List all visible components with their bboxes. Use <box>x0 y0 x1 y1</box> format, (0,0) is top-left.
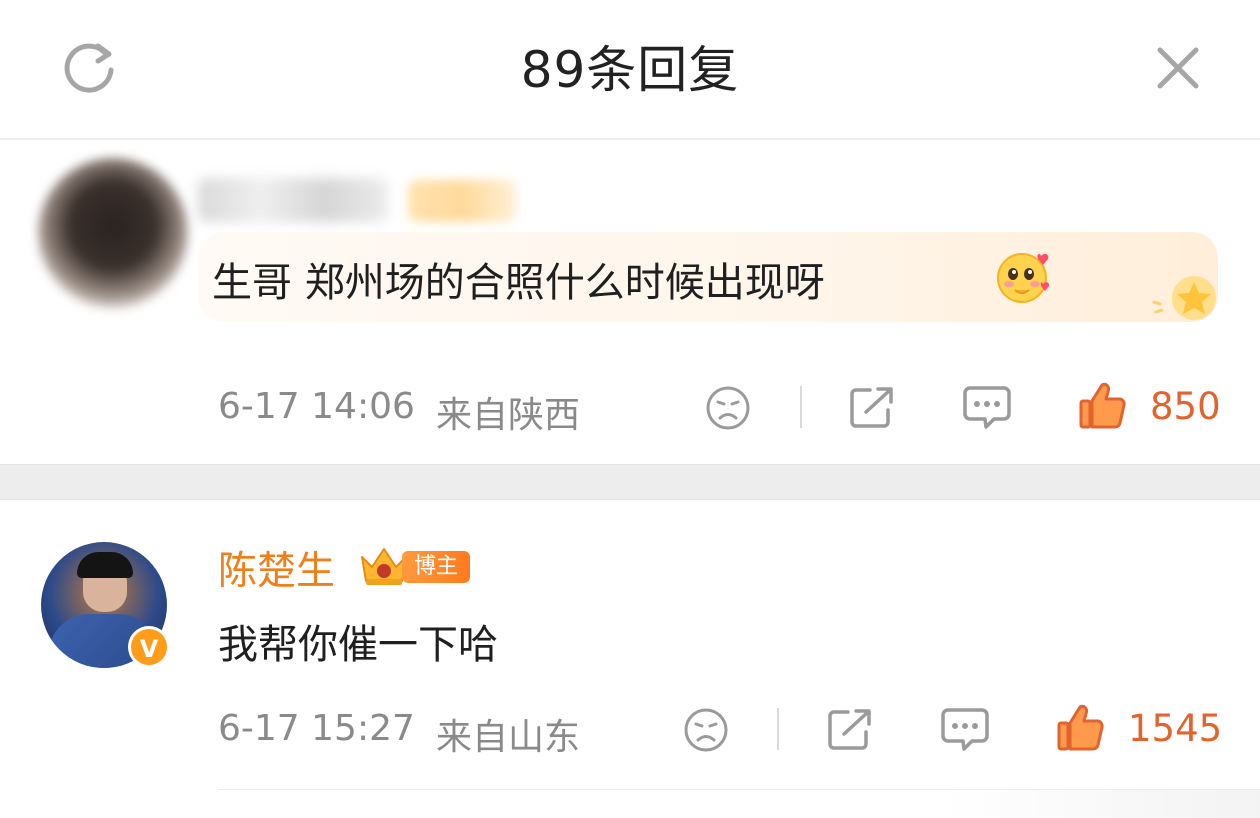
comment-text: 我帮你催一下哈 <box>218 622 498 668</box>
bubble-star-decoration-icon <box>1150 268 1218 322</box>
comment-icon[interactable] <box>962 384 1012 432</box>
reply-header: 89条回复 <box>0 0 1260 140</box>
close-icon[interactable] <box>1154 44 1202 92</box>
dislike-face-icon[interactable] <box>683 707 729 753</box>
avatar[interactable] <box>38 158 188 308</box>
bottom-fade <box>940 790 1260 818</box>
comment-icon[interactable] <box>940 706 990 754</box>
comment-text: 生哥 郑州场的合照什么时候出现呀 <box>212 260 825 306</box>
verified-badge: V <box>128 626 170 668</box>
comment-location: 来自山东 <box>436 717 581 758</box>
divider <box>777 708 779 750</box>
blurred-badge <box>408 180 516 222</box>
share-icon[interactable] <box>848 384 896 430</box>
like-thumb-icon[interactable] <box>1078 381 1128 431</box>
comment-date: 6-17 15:27 <box>218 708 415 749</box>
section-separator <box>0 464 1260 500</box>
share-icon[interactable] <box>826 706 874 752</box>
like-count: 850 <box>1150 385 1221 428</box>
blurred-username <box>198 178 388 222</box>
blogger-badge: 博主 <box>402 551 470 583</box>
like-count: 1545 <box>1128 707 1223 750</box>
like-thumb-icon[interactable] <box>1056 703 1106 753</box>
comment-location: 来自陕西 <box>436 395 581 436</box>
shy-face-emoji-icon <box>995 250 1053 306</box>
author-name[interactable]: 陈楚生 <box>218 540 335 596</box>
comment-date: 6-17 14:06 <box>218 386 415 427</box>
page-title: 89条回复 <box>520 41 740 99</box>
dislike-face-icon[interactable] <box>705 385 751 431</box>
divider <box>800 386 802 428</box>
